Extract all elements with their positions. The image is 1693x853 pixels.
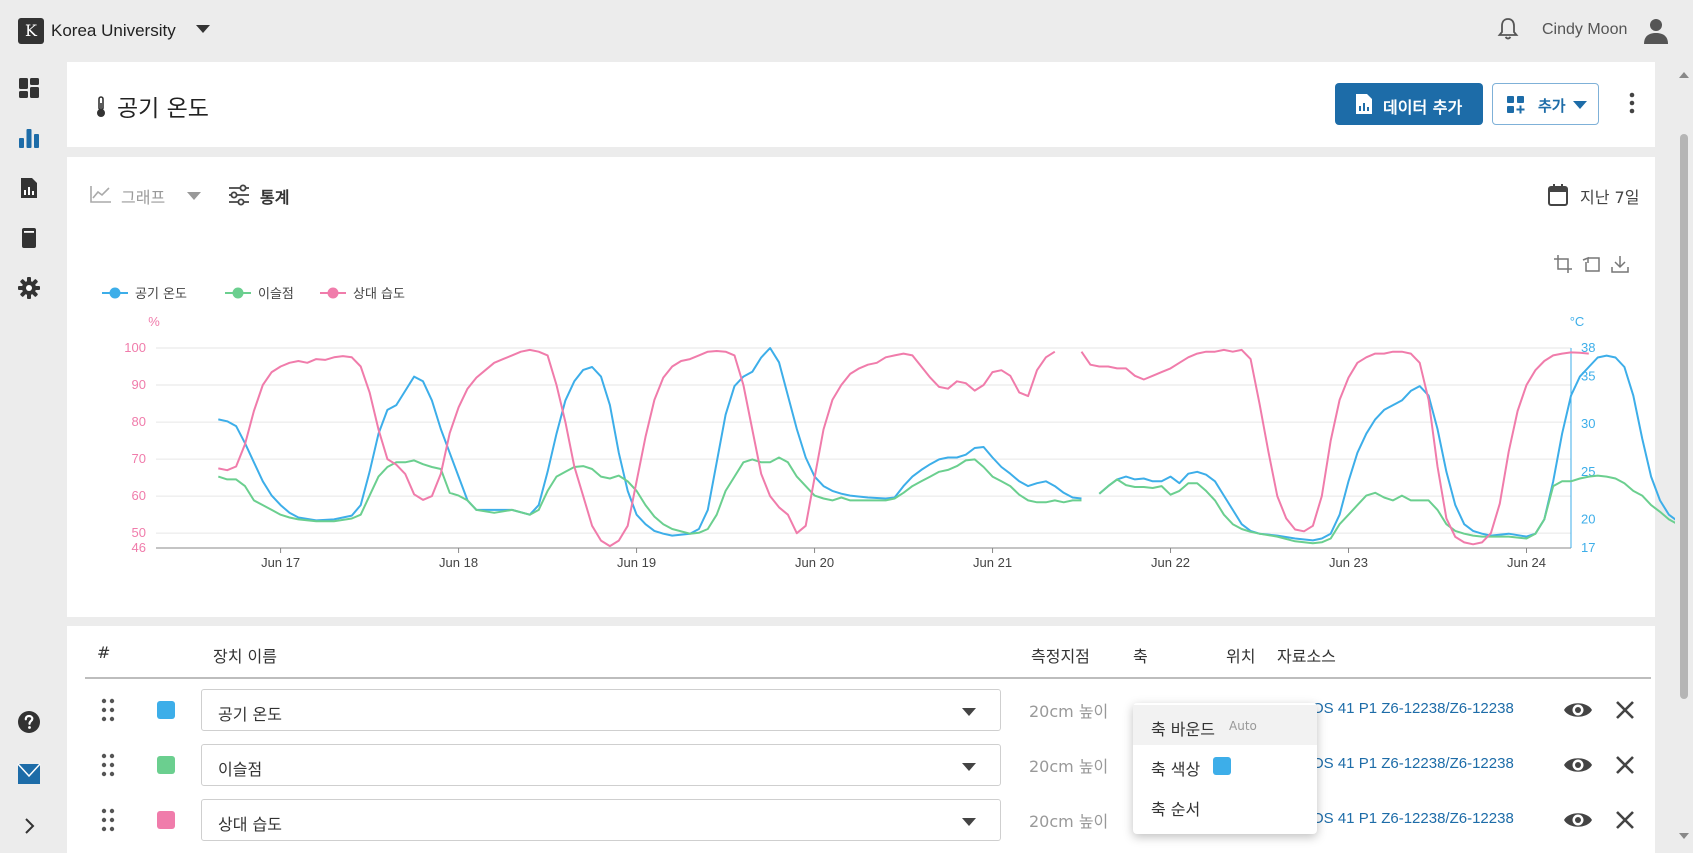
close-icon[interactable] [1614, 754, 1636, 776]
y-right-axis-label: °C [1570, 314, 1585, 329]
measurement-point: 20cm 높이 [1029, 757, 1109, 776]
y-left-tick-label: 70 [132, 451, 146, 466]
series-color-swatch[interactable] [157, 811, 175, 829]
eye-icon[interactable] [1563, 698, 1593, 722]
device-select[interactable]: 공기 온도 [201, 689, 1001, 731]
x-tick-label: Jun 24 [1507, 555, 1546, 570]
table-header-divider [85, 677, 1651, 679]
y-right-tick-label: 30 [1581, 416, 1595, 431]
close-icon[interactable] [1614, 809, 1636, 831]
y-right-tick-label: 35 [1581, 369, 1595, 384]
x-tick-label: Jun 21 [973, 555, 1012, 570]
close-icon[interactable] [1614, 699, 1636, 721]
caret-down-icon [962, 708, 976, 716]
y-right-tick-label: 17 [1581, 540, 1595, 555]
data-source-link[interactable]: OS 41 P1 Z6-12238/Z6-12238 [1312, 700, 1514, 717]
y-left-tick-label: 80 [132, 414, 146, 429]
series-line [1080, 348, 1589, 546]
caret-down-icon [962, 818, 976, 826]
legend-marker [327, 287, 339, 299]
col-header-data-source[interactable]: 자료소스 [1277, 643, 1336, 667]
device-name: 공기 온도 [218, 705, 282, 724]
col-header-axis[interactable]: 축 [1133, 643, 1148, 667]
x-tick-label: Jun 19 [617, 555, 656, 570]
measurement-point: 20cm 높이 [1029, 702, 1109, 721]
col-header-device-name[interactable]: 장치 이름 [213, 643, 277, 667]
device-select[interactable]: 상대 습도 [201, 799, 1001, 841]
device-name: 이슬점 [218, 760, 263, 779]
scrollbar-thumb[interactable] [1680, 134, 1688, 699]
col-header-position[interactable]: 위치 [1226, 643, 1255, 667]
y-left-tick-label: 46 [132, 540, 146, 555]
col-header-index: # [97, 643, 111, 662]
col-header-measurement-point[interactable]: 측정지점 [1031, 643, 1090, 667]
scroll-down-arrow-icon[interactable] [1679, 833, 1689, 839]
series-line [1098, 474, 1693, 545]
x-tick-label: Jun 22 [1151, 555, 1190, 570]
x-tick-label: Jun 20 [795, 555, 834, 570]
page-scrollbar[interactable] [1675, 62, 1693, 853]
eye-icon[interactable] [1563, 808, 1593, 832]
legend-marker [232, 287, 244, 299]
measurement-point: 20cm 높이 [1029, 812, 1109, 831]
eye-icon[interactable] [1563, 753, 1593, 777]
series-line [1098, 354, 1693, 542]
device-name: 상대 습도 [218, 815, 282, 834]
menu-item-axis-bounds[interactable]: 축 바운드 Auto [1133, 705, 1317, 745]
axis-color-swatch[interactable] [1213, 757, 1231, 775]
legend-label[interactable]: 공기 온도 [135, 287, 187, 302]
axis-bounds-value: Auto [1229, 719, 1257, 733]
axis-options-menu: 축 바운드 Auto 축 색상 축 순서 [1133, 703, 1317, 834]
data-source-link[interactable]: OS 41 P1 Z6-12238/Z6-12238 [1312, 755, 1514, 772]
caret-down-icon [962, 763, 976, 771]
axis-bounds-label: 축 바운드 [1151, 720, 1215, 739]
y-right-tick-label: 20 [1581, 511, 1595, 526]
legend-label[interactable]: 이슬점 [258, 287, 294, 302]
legend-marker [109, 287, 121, 299]
drag-handle-icon[interactable] [98, 697, 118, 723]
axis-color-label: 축 색상 [1151, 760, 1201, 779]
y-left-tick-label: 100 [124, 340, 146, 355]
x-tick-label: Jun 23 [1329, 555, 1368, 570]
series-color-swatch[interactable] [157, 756, 175, 774]
x-tick-label: Jun 17 [261, 555, 300, 570]
data-source-link[interactable]: OS 41 P1 Z6-12238/Z6-12238 [1312, 810, 1514, 827]
series-color-swatch[interactable] [157, 701, 175, 719]
y-left-tick-label: 60 [132, 488, 146, 503]
device-select[interactable]: 이슬점 [201, 744, 1001, 786]
series-line [217, 456, 1082, 535]
menu-item-axis-order[interactable]: 축 순서 [1133, 785, 1317, 825]
y-left-tick-label: 50 [132, 525, 146, 540]
menu-item-axis-color[interactable]: 축 색상 [1133, 745, 1317, 785]
y-left-tick-label: 90 [132, 377, 146, 392]
axis-order-label: 축 순서 [1151, 800, 1201, 819]
x-tick-label: Jun 18 [439, 555, 478, 570]
scroll-up-arrow-icon[interactable] [1679, 72, 1689, 78]
drag-handle-icon[interactable] [98, 752, 118, 778]
series-line [218, 347, 1082, 537]
drag-handle-icon[interactable] [98, 807, 118, 833]
legend-label[interactable]: 상대 습도 [353, 287, 405, 302]
y-left-axis-label: % [148, 314, 160, 329]
